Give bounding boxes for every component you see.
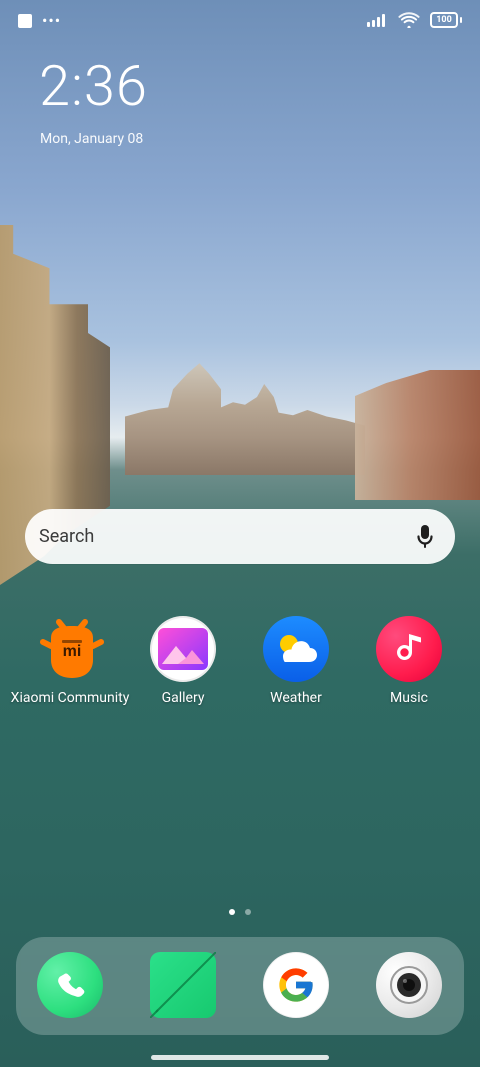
page-dot-active — [229, 909, 235, 915]
dock-camera[interactable] — [376, 952, 442, 1018]
music-icon — [376, 616, 442, 682]
app-gallery[interactable]: Gallery — [123, 616, 243, 706]
dock-google[interactable] — [263, 952, 329, 1018]
page-indicator — [0, 909, 480, 915]
battery-tip — [460, 17, 462, 23]
gallery-icon — [150, 616, 216, 682]
page-dot — [245, 909, 251, 915]
dock — [16, 937, 464, 1035]
google-icon — [279, 968, 313, 1002]
clock-date: Mon, January 08 — [40, 131, 144, 147]
messages-icon — [150, 952, 216, 1018]
app-music[interactable]: Music — [349, 616, 469, 706]
clock-time: 2:36 — [39, 53, 148, 119]
app-label: Xiaomi Community — [10, 690, 130, 706]
search-placeholder: Search — [39, 526, 95, 547]
notification-square-icon — [18, 14, 32, 28]
weather-icon — [263, 616, 329, 682]
svg-text:mi: mi — [63, 643, 82, 660]
dock-messages[interactable] — [150, 952, 216, 1018]
microphone-icon[interactable] — [413, 523, 437, 551]
home-indicator[interactable] — [151, 1055, 329, 1060]
camera-icon — [390, 966, 428, 1004]
app-label: Weather — [270, 690, 322, 706]
cellular-signal-icon — [366, 12, 388, 28]
battery-level: 100 — [430, 12, 458, 28]
search-bar[interactable]: Search — [25, 509, 455, 564]
status-right: 100 — [366, 12, 462, 28]
status-bar: ••• 100 — [0, 0, 480, 44]
more-notifications-icon: ••• — [42, 11, 62, 30]
app-weather[interactable]: Weather — [236, 616, 356, 706]
phone-icon — [58, 973, 85, 997]
wallpaper-buildings-right — [355, 370, 480, 500]
status-left: ••• — [18, 11, 62, 30]
wifi-icon — [398, 12, 420, 28]
dock-phone[interactable] — [37, 952, 103, 1018]
app-label: Music — [390, 690, 428, 706]
app-row: mi Xiaomi Community Gallery Weather Musi… — [0, 616, 480, 736]
battery-icon: 100 — [430, 12, 462, 28]
xiaomi-community-icon: mi — [37, 616, 104, 682]
app-xiaomi-community[interactable]: mi Xiaomi Community — [10, 616, 130, 706]
app-label: Gallery — [161, 690, 205, 706]
